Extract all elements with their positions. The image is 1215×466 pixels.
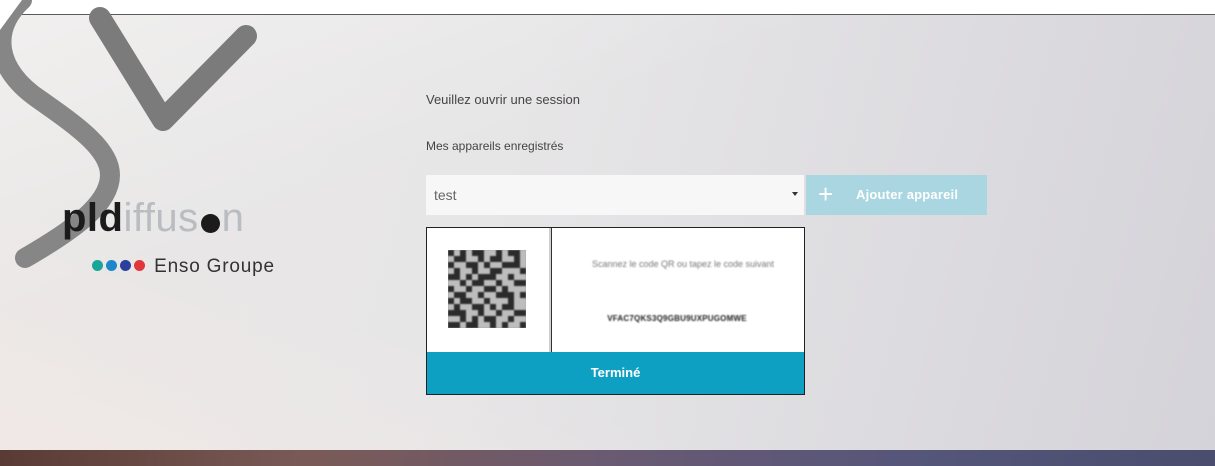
qr-panel: Scannez le code QR ou tapez le code suiv…: [426, 227, 805, 395]
qr-code-image: [448, 250, 526, 328]
brand-logo: pldiffus n Enso Groupe: [62, 196, 274, 277]
panel-divider-line: [551, 228, 552, 352]
logo-subtitle: Enso Groupe: [92, 256, 275, 278]
device-select[interactable]: test: [426, 175, 804, 215]
login-title: Veuillez ouvrir une session: [426, 92, 580, 107]
qr-manual-code: VFAC7QKS3Q9GBU9UXPUGOMWE: [607, 314, 747, 323]
brand-dot-icon: [120, 260, 131, 271]
logo-text-light: iffus: [123, 196, 199, 240]
logo-group-label: Enso Groupe: [154, 256, 275, 277]
add-device-button[interactable]: + Ajouter appareil: [806, 175, 987, 215]
add-device-label: Ajouter appareil: [856, 187, 959, 202]
logo-text-end: n: [221, 196, 245, 240]
logo-text-bold: pld: [62, 196, 124, 240]
plus-icon: +: [818, 179, 834, 209]
brand-dot-icon: [92, 260, 103, 271]
bottom-bar: [0, 450, 1215, 466]
brand-dot-icon: [106, 260, 117, 271]
devices-label: Mes appareils enregistrés: [426, 139, 564, 153]
done-button[interactable]: Terminé: [427, 352, 804, 394]
chevron-down-icon: [792, 192, 798, 196]
brand-dot-icon: [134, 260, 145, 271]
qr-instruction-text: Scannez le code QR ou tapez le code suiv…: [591, 259, 775, 269]
logo-dot: [200, 214, 220, 233]
device-select-value: test: [434, 187, 457, 203]
